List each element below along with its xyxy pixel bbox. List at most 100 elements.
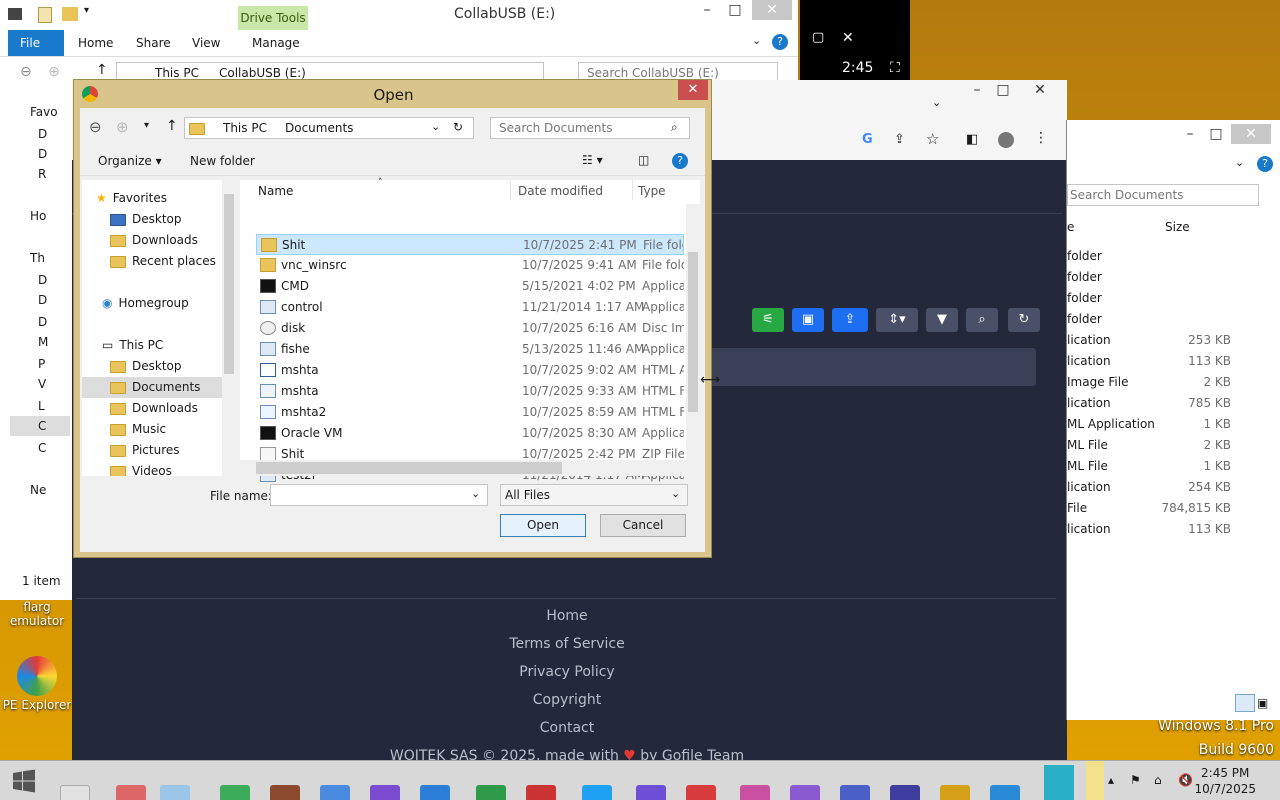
tree-fav-recent[interactable]: Recent places (110, 251, 216, 272)
tree-pc-documents[interactable]: Documents (82, 377, 236, 398)
nav-item[interactable]: V (38, 374, 46, 394)
list-item[interactable]: lication 254 KB (1067, 477, 1280, 498)
share-button[interactable]: ⚟ (752, 308, 784, 332)
file-row[interactable]: CMD 5/15/2021 4:02 PM Applicatio (256, 276, 684, 297)
google-icon[interactable]: G (862, 132, 873, 147)
filter-button[interactable]: ▼ (926, 308, 958, 332)
address-dropdown-icon[interactable]: ⌄ (431, 120, 440, 133)
list-item[interactable]: lication 253 KB (1067, 330, 1280, 351)
nav-item[interactable]: D (38, 124, 47, 144)
tree-favorites[interactable]: ★ Favorites (96, 188, 167, 209)
list-item[interactable]: ML File 2 KB (1067, 435, 1280, 456)
taskbar-app[interactable] (582, 785, 612, 800)
nav-item[interactable]: L (38, 396, 45, 416)
footer-terms-link[interactable]: Terms of Service (72, 636, 1062, 652)
nav-item[interactable]: D (38, 144, 47, 164)
sort-button[interactable]: ⇕▾ (876, 308, 918, 332)
taskbar-app[interactable] (740, 785, 770, 800)
view-options-icon[interactable]: ☷ ▾ (582, 153, 603, 167)
large-icons-view-icon[interactable]: ▣ (1257, 696, 1273, 710)
taskbar-app[interactable] (686, 785, 716, 800)
refresh-button[interactable]: ↻ (1008, 308, 1040, 332)
taskbar-app[interactable] (890, 785, 920, 800)
taskbar-app[interactable] (116, 785, 146, 800)
file-name-input[interactable]: ⌄ (270, 484, 488, 506)
desktop-icon-pe-explorer[interactable]: PE Explorer (2, 656, 72, 712)
open-button[interactable]: Open (500, 514, 586, 537)
taskbar-explorer[interactable] (160, 785, 190, 800)
nav-item[interactable]: M (38, 332, 48, 352)
help-icon[interactable]: ? (672, 153, 688, 169)
tray-expand-icon[interactable]: ▴ (1108, 773, 1114, 787)
tree-pc-videos[interactable]: Videos (110, 461, 172, 476)
network-icon[interactable]: ⌂ (1154, 773, 1162, 787)
list-item[interactable]: lication 785 KB (1067, 393, 1280, 414)
profile-icon[interactable] (998, 132, 1014, 148)
column-type-header[interactable]: e (1067, 220, 1074, 234)
taskbar-app[interactable] (220, 785, 250, 800)
ribbon-expand-icon[interactable]: ⌄ (1235, 156, 1244, 169)
refresh-icon[interactable]: ↻ (453, 120, 463, 134)
nav-item[interactable]: C (38, 438, 46, 458)
up-icon[interactable]: ↑ (96, 62, 108, 78)
search-button[interactable]: ⌕ (966, 308, 998, 332)
taskbar-app[interactable] (476, 785, 506, 800)
nav-item[interactable]: R (38, 164, 46, 184)
share-icon[interactable]: ⇪ (894, 132, 905, 147)
ribbon-expand-icon[interactable]: ⌄ (752, 34, 761, 47)
details-view-icon[interactable] (1235, 694, 1255, 712)
nav-this-pc[interactable]: Th (30, 248, 45, 268)
tab-manage[interactable]: Manage (240, 30, 312, 56)
file-row[interactable]: Oracle VM 10/7/2025 8:30 AM Applicatio (256, 423, 684, 444)
list-item[interactable]: folder (1067, 267, 1280, 288)
list-item[interactable]: Image File 2 KB (1067, 372, 1280, 393)
minimize-button[interactable]: – (692, 0, 722, 20)
quick-access-dropdown-icon[interactable]: ▾ (84, 5, 89, 16)
footer-contact-link[interactable]: Contact (72, 720, 1062, 736)
nav-item[interactable]: D (38, 270, 47, 290)
side-panel-icon[interactable]: ◧ (966, 132, 978, 147)
close-icon[interactable]: ✕ (842, 30, 854, 46)
nav-item[interactable]: P (38, 354, 45, 374)
search-box[interactable]: Search Documents ⌕ (490, 117, 690, 139)
column-date-header[interactable]: Date modified (518, 184, 603, 198)
tree-fav-downloads[interactable]: Downloads (110, 230, 198, 251)
tree-pc-pictures[interactable]: Pictures (110, 440, 180, 461)
taskbar-app[interactable] (320, 785, 350, 800)
nav-network[interactable]: Ne (30, 480, 46, 500)
file-row[interactable]: vnc_winsrc 10/7/2025 9:41 AM File folde (256, 255, 684, 276)
taskbar-app[interactable] (840, 785, 870, 800)
nav-item[interactable]: D (38, 312, 47, 332)
tree-this-pc[interactable]: ▭ This PC (102, 335, 163, 356)
list-item[interactable]: folder (1067, 288, 1280, 309)
up-icon[interactable]: ↑ (166, 118, 178, 134)
taskbar-app[interactable] (420, 785, 450, 800)
new-folder-button[interactable]: New folder (190, 154, 255, 168)
upload-button[interactable]: ⇪ (832, 308, 868, 332)
vertical-scrollbar[interactable] (686, 204, 700, 476)
close-button[interactable]: ✕ (752, 0, 792, 20)
restore-icon[interactable]: ▢ (812, 30, 824, 45)
maximize-button[interactable]: □ (988, 80, 1018, 100)
list-item[interactable]: lication 113 KB (1067, 351, 1280, 372)
tree-scrollbar[interactable] (222, 180, 236, 476)
column-divider[interactable] (510, 180, 511, 200)
forward-icon[interactable]: ⊕ (116, 118, 129, 136)
search-box[interactable]: Search Documents (1067, 184, 1259, 206)
close-button[interactable]: ✕ (1020, 80, 1060, 100)
action-center-flag-icon[interactable]: ⚑ (1130, 773, 1141, 787)
file-row[interactable]: control 11/21/2014 1:17 AMApplicatio (256, 297, 684, 318)
file-row[interactable]: mshta 10/7/2025 9:33 AM HTML Fil (256, 381, 684, 402)
tree-pc-music[interactable]: Music (110, 419, 166, 440)
taskbar-app[interactable] (790, 785, 820, 800)
taskbar-app[interactable] (370, 785, 400, 800)
tab-share[interactable]: Share (124, 30, 183, 56)
column-type-header[interactable]: Type (638, 184, 666, 198)
show-hidden-icons-button[interactable] (1086, 761, 1104, 800)
list-item[interactable]: lication 113 KB (1067, 519, 1280, 540)
tree-pc-downloads[interactable]: Downloads (110, 398, 198, 419)
file-type-select[interactable]: All Files ⌄ (500, 484, 688, 506)
column-name-header[interactable]: Name (258, 184, 293, 198)
breadcrumb-drive[interactable]: CollabUSB (E:) (219, 66, 306, 80)
tab-home[interactable]: Home (66, 30, 125, 56)
